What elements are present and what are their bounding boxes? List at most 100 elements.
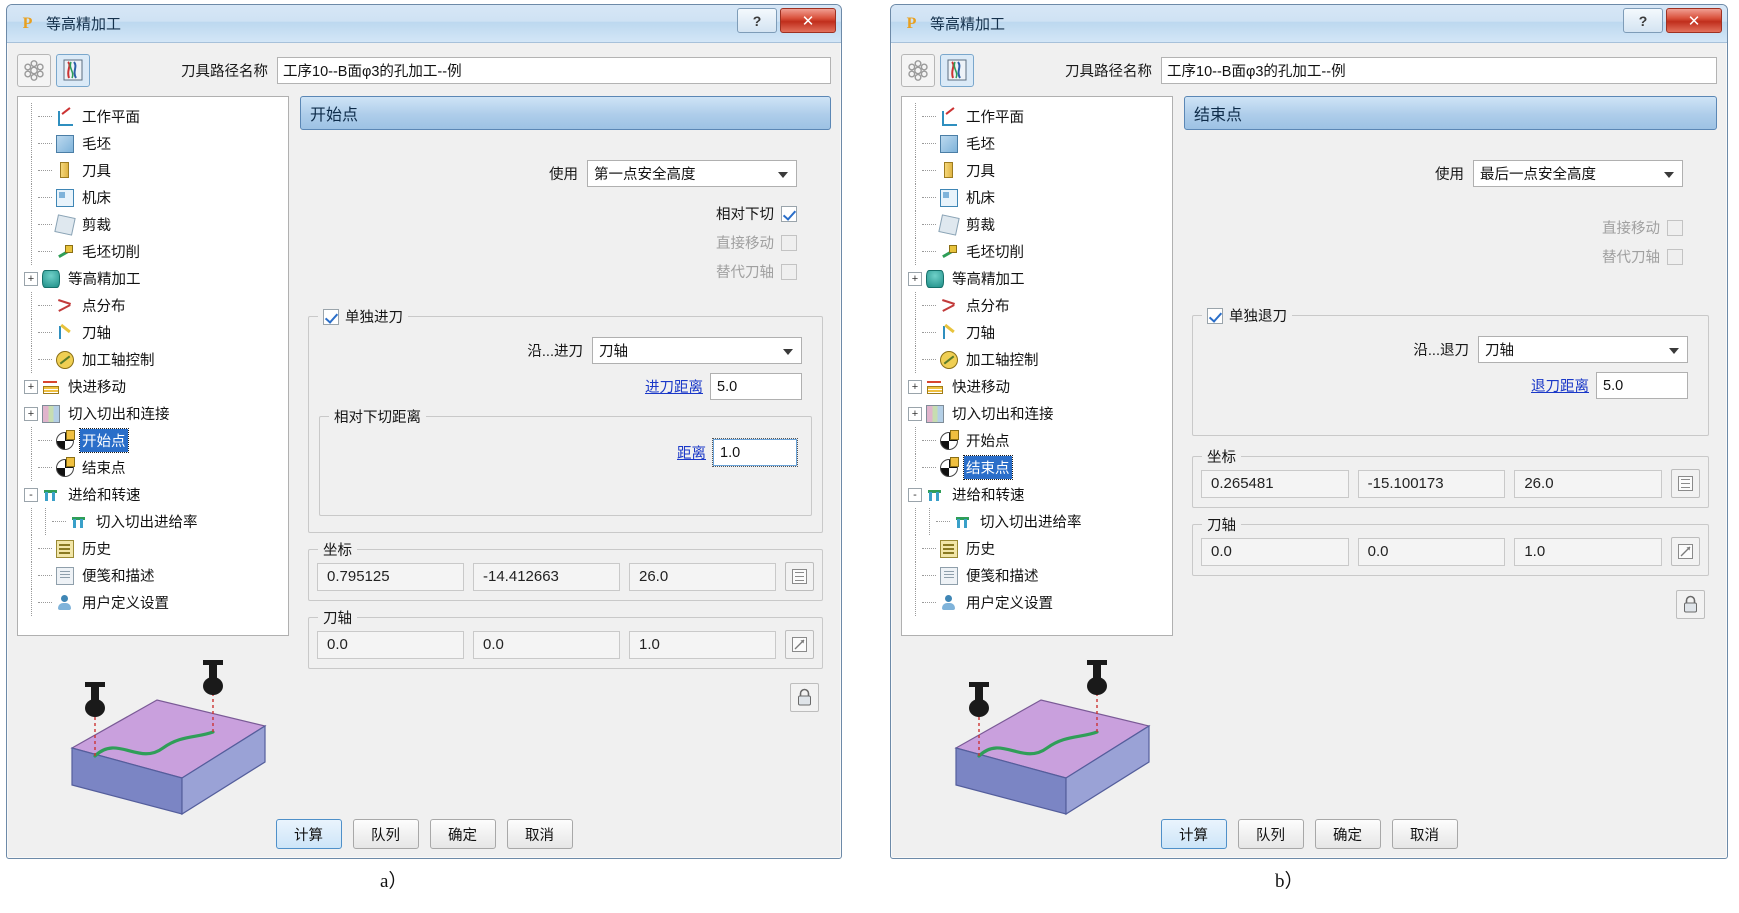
footer-button-0[interactable]: 计算 <box>275 819 342 849</box>
tree-item-2[interactable]: 刀具 <box>908 157 1168 184</box>
tree-item-9[interactable]: 加工轴控制 <box>908 346 1168 373</box>
gear-icon[interactable] <box>901 53 935 87</box>
lead-move-checkbox[interactable] <box>323 308 339 325</box>
checkbox-2[interactable] <box>781 263 797 280</box>
tree-item-9[interactable]: 加工轴控制 <box>24 346 284 373</box>
toolpath-icon[interactable] <box>56 53 90 87</box>
checkbox-0[interactable] <box>1667 219 1683 236</box>
expand-icon[interactable]: + <box>908 406 922 421</box>
axis-picker-icon[interactable] <box>1671 537 1701 566</box>
coords-field-2[interactable]: 26.0 <box>1514 469 1663 498</box>
tree-item-5[interactable]: 毛坯切削 <box>24 238 284 265</box>
coords-field-1[interactable]: -15.100173 <box>1357 469 1506 498</box>
footer-button-1[interactable]: 队列 <box>1237 819 1304 849</box>
tree-item-11[interactable]: + 切入切出和连接 <box>24 400 284 427</box>
axis-field-0[interactable]: 0.0 <box>1201 537 1349 566</box>
tree-item-8[interactable]: 刀轴 <box>24 319 284 346</box>
tree-item-5[interactable]: 毛坯切削 <box>908 238 1168 265</box>
distance-input[interactable] <box>1596 372 1688 399</box>
tree-item-14[interactable]: - 进给和转速 <box>908 481 1168 508</box>
distance-link-label[interactable]: 退刀距离 <box>1531 375 1589 396</box>
along-dropdown[interactable]: 刀轴 <box>1478 336 1688 363</box>
tree-item-18[interactable]: 用户定义设置 <box>908 589 1168 616</box>
lead-move-checkbox[interactable] <box>1207 307 1223 324</box>
tree-item-16[interactable]: 历史 <box>24 535 284 562</box>
footer-button-3[interactable]: 取消 <box>506 819 573 849</box>
toolpath-name-input[interactable] <box>1161 56 1717 84</box>
tree-item-15[interactable]: 切入切出进给率 <box>24 508 284 535</box>
close-button[interactable]: ✕ <box>780 8 836 33</box>
tree-item-3[interactable]: 机床 <box>908 184 1168 211</box>
plunge-distance-link-label[interactable]: 距离 <box>677 442 706 463</box>
tree-item-16[interactable]: 历史 <box>908 535 1168 562</box>
tree-item-12[interactable]: 开始点 <box>24 427 284 454</box>
toolpath-icon[interactable] <box>940 53 974 87</box>
tree-item-2[interactable]: 刀具 <box>24 157 284 184</box>
tree-item-17[interactable]: 便笺和描述 <box>24 562 284 589</box>
expand-icon[interactable]: + <box>24 379 38 394</box>
expand-icon[interactable]: + <box>908 271 922 286</box>
plunge-distance-input[interactable] <box>712 438 798 467</box>
distance-input[interactable] <box>710 373 802 400</box>
title-bar-b[interactable]: P 等高精加工 ? ✕ <box>891 5 1727 43</box>
tree-item-15[interactable]: 切入切出进给率 <box>908 508 1168 535</box>
tree-item-4[interactable]: 剪裁 <box>24 211 284 238</box>
checkbox-1[interactable] <box>781 234 797 251</box>
close-button[interactable]: ✕ <box>1666 8 1722 33</box>
tree-item-12[interactable]: 开始点 <box>908 427 1168 454</box>
settings-tree-a[interactable]: 工作平面 毛坯 刀具 机床 剪裁 毛坯切削 + 等高精加工 点分布 刀轴 加工轴控制 + 快进移动 + 切入… <box>17 96 289 636</box>
footer-button-2[interactable]: 确定 <box>429 819 496 849</box>
tree-item-7[interactable]: 点分布 <box>24 292 284 319</box>
tree-item-6[interactable]: + 等高精加工 <box>24 265 284 292</box>
coords-field-0[interactable]: 0.265481 <box>1201 469 1349 498</box>
collapse-icon[interactable]: - <box>908 487 922 502</box>
help-button[interactable]: ? <box>1623 8 1663 33</box>
footer-button-1[interactable]: 队列 <box>352 819 419 849</box>
collapse-icon[interactable]: - <box>24 487 38 502</box>
help-button[interactable]: ? <box>737 8 777 33</box>
tree-item-17[interactable]: 便笺和描述 <box>908 562 1168 589</box>
tree-item-1[interactable]: 毛坯 <box>24 130 284 157</box>
footer-button-0[interactable]: 计算 <box>1160 819 1227 849</box>
coords-field-0[interactable]: 0.795125 <box>317 562 464 591</box>
title-bar-a[interactable]: P 等高精加工 ? ✕ <box>7 5 841 43</box>
lock-icon[interactable] <box>790 683 819 712</box>
settings-tree-b[interactable]: 工作平面 毛坯 刀具 机床 剪裁 毛坯切削 + 等高精加工 点分布 刀轴 加工轴控制 + 快进移动 + 切入… <box>901 96 1173 636</box>
lock-icon[interactable] <box>1676 590 1705 619</box>
tree-item-0[interactable]: 工作平面 <box>24 103 284 130</box>
gear-icon[interactable] <box>17 53 51 87</box>
axis-field-2[interactable]: 1.0 <box>1514 537 1663 566</box>
axis-field-1[interactable]: 0.0 <box>1357 537 1506 566</box>
use-dropdown[interactable]: 最后一点安全高度 <box>1473 160 1683 187</box>
tree-item-3[interactable]: 机床 <box>24 184 284 211</box>
coord-picker-icon[interactable] <box>1671 469 1701 498</box>
expand-icon[interactable]: + <box>24 406 38 421</box>
tree-item-6[interactable]: + 等高精加工 <box>908 265 1168 292</box>
footer-button-3[interactable]: 取消 <box>1391 819 1458 849</box>
tree-item-4[interactable]: 剪裁 <box>908 211 1168 238</box>
checkbox-0[interactable] <box>781 205 797 222</box>
tree-item-18[interactable]: 用户定义设置 <box>24 589 284 616</box>
checkbox-1[interactable] <box>1667 248 1683 265</box>
tree-item-0[interactable]: 工作平面 <box>908 103 1168 130</box>
along-dropdown[interactable]: 刀轴 <box>592 337 802 364</box>
tree-item-7[interactable]: 点分布 <box>908 292 1168 319</box>
toolpath-name-input[interactable] <box>277 56 831 84</box>
expand-icon[interactable]: + <box>908 379 922 394</box>
tree-item-13[interactable]: 结束点 <box>24 454 284 481</box>
axis-picker-icon[interactable] <box>785 630 814 659</box>
tree-item-14[interactable]: - 进给和转速 <box>24 481 284 508</box>
tree-item-8[interactable]: 刀轴 <box>908 319 1168 346</box>
tree-item-1[interactable]: 毛坯 <box>908 130 1168 157</box>
axis-field-2[interactable]: 1.0 <box>629 630 776 659</box>
distance-link-label[interactable]: 进刀距离 <box>645 376 703 397</box>
use-dropdown[interactable]: 第一点安全高度 <box>587 160 797 187</box>
footer-button-2[interactable]: 确定 <box>1314 819 1381 849</box>
tree-item-11[interactable]: + 切入切出和连接 <box>908 400 1168 427</box>
axis-field-1[interactable]: 0.0 <box>473 630 620 659</box>
tree-item-13[interactable]: 结束点 <box>908 454 1168 481</box>
coords-field-1[interactable]: -14.412663 <box>473 562 620 591</box>
axis-field-0[interactable]: 0.0 <box>317 630 464 659</box>
expand-icon[interactable]: + <box>24 271 38 286</box>
coords-field-2[interactable]: 26.0 <box>629 562 776 591</box>
